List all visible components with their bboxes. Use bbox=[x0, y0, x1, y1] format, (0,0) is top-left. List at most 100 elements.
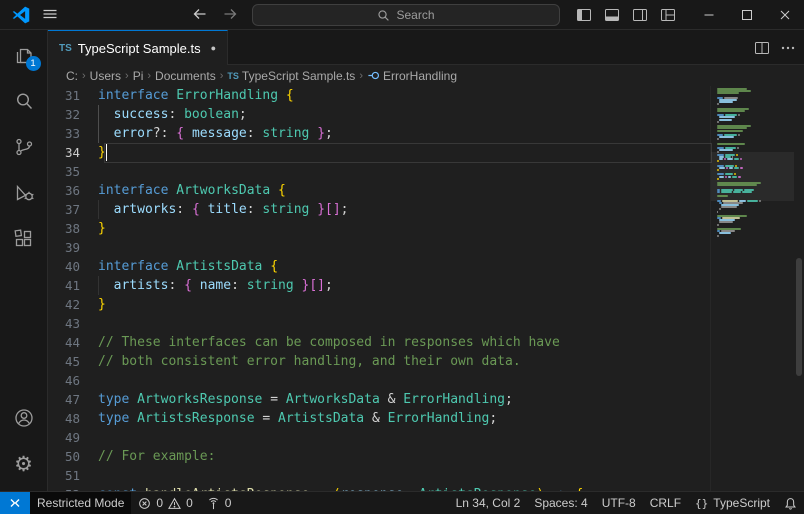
remote-indicator[interactable] bbox=[0, 492, 30, 514]
code-line[interactable]: 49 bbox=[48, 428, 804, 447]
code-line[interactable]: 44// These interfaces can be composed in… bbox=[48, 333, 804, 352]
error-count: 0 bbox=[156, 496, 163, 510]
encoding[interactable]: UTF-8 bbox=[595, 492, 643, 514]
close-button[interactable] bbox=[766, 0, 804, 30]
line-number[interactable]: 51 bbox=[48, 466, 98, 485]
breadcrumb-documents[interactable]: Documents bbox=[155, 69, 216, 83]
code-line[interactable]: 35 bbox=[48, 162, 804, 181]
code-line[interactable]: 42} bbox=[48, 295, 804, 314]
code-line[interactable]: 36interface ArtworksData { bbox=[48, 181, 804, 200]
ports-indicator[interactable]: 0 bbox=[200, 492, 239, 514]
scrollbar-thumb[interactable] bbox=[796, 258, 802, 376]
line-number[interactable]: 48 bbox=[48, 409, 98, 428]
code-line[interactable]: 34} bbox=[48, 143, 804, 162]
language-mode[interactable]: {} TypeScript bbox=[688, 492, 777, 514]
title-bar: Search bbox=[0, 0, 804, 30]
ts-file-icon: TS bbox=[59, 43, 72, 54]
line-number[interactable]: 38 bbox=[48, 219, 98, 238]
line-number[interactable]: 45 bbox=[48, 352, 98, 371]
breadcrumb-file[interactable]: TS TypeScript Sample.ts bbox=[227, 69, 355, 83]
line-number[interactable]: 40 bbox=[48, 257, 98, 276]
line-number[interactable]: 44 bbox=[48, 333, 98, 352]
nav-forward-icon[interactable] bbox=[222, 6, 238, 22]
code-line[interactable]: 43 bbox=[48, 314, 804, 333]
toggle-secondary-sidebar-icon[interactable] bbox=[628, 3, 652, 27]
account-icon[interactable] bbox=[0, 395, 48, 441]
code-line[interactable]: 48type ArtistsResponse = ArtistsData & E… bbox=[48, 409, 804, 428]
explorer-icon[interactable]: 1 bbox=[0, 32, 48, 78]
code-line[interactable]: 32 success: boolean; bbox=[48, 105, 804, 124]
toggle-panel-icon[interactable] bbox=[600, 3, 624, 27]
line-number[interactable]: 36 bbox=[48, 181, 98, 200]
minimize-button[interactable] bbox=[690, 0, 728, 30]
code-line[interactable]: 31interface ErrorHandling { bbox=[48, 86, 804, 105]
line-number[interactable]: 50 bbox=[48, 447, 98, 466]
toggle-primary-sidebar-icon[interactable] bbox=[572, 3, 596, 27]
code-line[interactable]: 38} bbox=[48, 219, 804, 238]
notifications-bell[interactable] bbox=[777, 492, 804, 514]
line-number[interactable]: 35 bbox=[48, 162, 98, 181]
breadcrumb-drive[interactable]: C: bbox=[66, 69, 78, 83]
activity-bar-bottom: ⚙ bbox=[0, 395, 48, 491]
problems-indicator[interactable]: 0 0 bbox=[131, 492, 199, 514]
code-line[interactable]: 50// For example: bbox=[48, 447, 804, 466]
line-number[interactable]: 41 bbox=[48, 276, 98, 295]
code-line[interactable]: 37 artworks: { title: string }[]; bbox=[48, 200, 804, 219]
extensions-icon[interactable] bbox=[0, 216, 48, 262]
line-number[interactable]: 34 bbox=[48, 143, 98, 162]
line-content: // These interfaces can be composed in r… bbox=[98, 333, 560, 352]
restricted-mode-badge[interactable]: Restricted Mode bbox=[30, 492, 131, 514]
bell-icon bbox=[784, 497, 797, 510]
line-content: interface ArtworksData { bbox=[98, 181, 286, 200]
code-line[interactable]: 33 error?: { message: string }; bbox=[48, 124, 804, 143]
code-line[interactable]: 45// both consistent error handling, and… bbox=[48, 352, 804, 371]
line-number[interactable]: 43 bbox=[48, 314, 98, 333]
line-number[interactable]: 47 bbox=[48, 390, 98, 409]
code-lines: 31interface ErrorHandling {32 success: b… bbox=[48, 86, 804, 491]
line-content: success: boolean; bbox=[98, 105, 247, 124]
eol-sequence[interactable]: CRLF bbox=[643, 492, 688, 514]
code-line[interactable]: 41 artists: { name: string }[]; bbox=[48, 276, 804, 295]
search-input[interactable]: Search bbox=[252, 4, 560, 26]
code-editor[interactable]: 31interface ErrorHandling {32 success: b… bbox=[48, 86, 804, 491]
line-number[interactable]: 49 bbox=[48, 428, 98, 447]
customize-layout-icon[interactable] bbox=[656, 3, 680, 27]
more-actions-icon[interactable] bbox=[780, 40, 796, 56]
indentation[interactable]: Spaces: 4 bbox=[527, 492, 594, 514]
line-number[interactable]: 33 bbox=[48, 124, 98, 143]
breadcrumb: C: › Users › Pi › Documents › TS TypeScr… bbox=[48, 65, 804, 86]
line-number[interactable]: 39 bbox=[48, 238, 98, 257]
line-number[interactable]: 37 bbox=[48, 200, 98, 219]
split-editor-icon[interactable] bbox=[754, 40, 770, 56]
minimap[interactable] bbox=[710, 86, 794, 491]
tab-typescript-sample[interactable]: TS TypeScript Sample.ts ● bbox=[48, 30, 228, 65]
line-number[interactable]: 31 bbox=[48, 86, 98, 105]
line-number[interactable]: 42 bbox=[48, 295, 98, 314]
vertical-scrollbar[interactable] bbox=[794, 86, 804, 491]
code-line[interactable]: 51 bbox=[48, 466, 804, 485]
vscode-logo-icon bbox=[12, 6, 30, 24]
line-content: artists: { name: string }[]; bbox=[98, 276, 333, 295]
code-line[interactable]: 39 bbox=[48, 238, 804, 257]
line-number[interactable]: 32 bbox=[48, 105, 98, 124]
settings-gear-icon[interactable]: ⚙ bbox=[0, 441, 48, 487]
search-view-icon[interactable] bbox=[0, 78, 48, 124]
breadcrumb-pi[interactable]: Pi bbox=[133, 69, 144, 83]
breadcrumb-symbol[interactable]: ErrorHandling bbox=[367, 69, 457, 83]
breadcrumb-users[interactable]: Users bbox=[90, 69, 121, 83]
code-line[interactable]: 46 bbox=[48, 371, 804, 390]
line-number[interactable]: 46 bbox=[48, 371, 98, 390]
nav-back-icon[interactable] bbox=[192, 6, 208, 22]
modified-dot-icon[interactable]: ● bbox=[211, 43, 216, 53]
cursor-position[interactable]: Ln 34, Col 2 bbox=[449, 492, 528, 514]
line-content: interface ErrorHandling { bbox=[98, 86, 294, 105]
maximize-button[interactable] bbox=[728, 0, 766, 30]
source-control-icon[interactable] bbox=[0, 124, 48, 170]
code-line[interactable]: 40interface ArtistsData { bbox=[48, 257, 804, 276]
symbol-interface-icon bbox=[367, 69, 380, 82]
line-content: interface ArtistsData { bbox=[98, 257, 278, 276]
run-debug-icon[interactable] bbox=[0, 170, 48, 216]
indent-guide bbox=[98, 200, 99, 219]
menu-hamburger-icon[interactable] bbox=[42, 6, 58, 22]
code-line[interactable]: 47type ArtworksResponse = ArtworksData &… bbox=[48, 390, 804, 409]
